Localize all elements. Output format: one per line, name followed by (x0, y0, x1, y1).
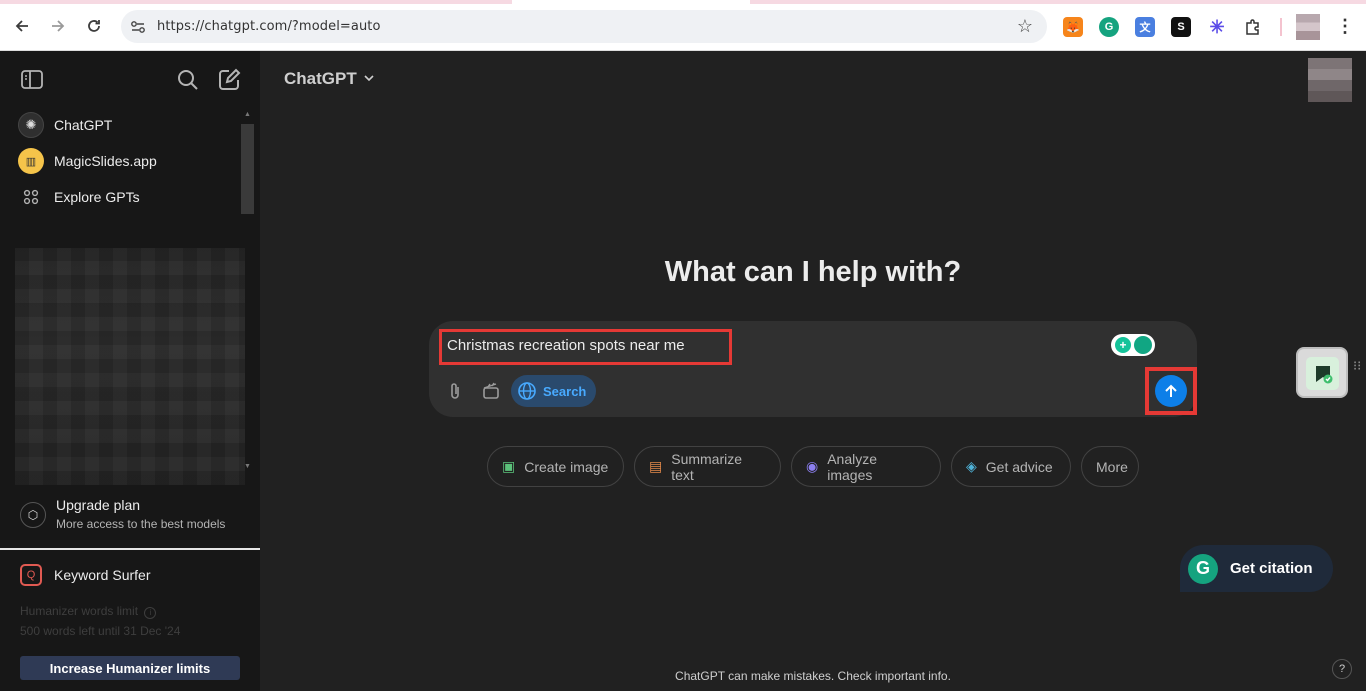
sidebar-item-label: ChatGPT (54, 117, 113, 133)
reload-button[interactable] (82, 14, 106, 38)
upgrade-plan-button[interactable]: ⬡ Upgrade plan More access to the best m… (20, 497, 250, 537)
bookmark-check-icon (1306, 357, 1339, 390)
prompt-input[interactable]: Christmas recreation spots near me (447, 337, 685, 354)
perplexity-icon[interactable]: ✳ (1207, 17, 1227, 37)
back-button[interactable] (10, 14, 34, 38)
keyword-surfer-icon: Q (20, 564, 42, 586)
sider-icon[interactable]: S (1171, 17, 1191, 37)
drag-handle-icon[interactable]: ⁝⁝ (1353, 359, 1363, 382)
upgrade-icon: ⬡ (20, 502, 46, 528)
search-label: Search (543, 383, 587, 399)
summarize-text-chip[interactable]: ▤ Summarize text (634, 446, 781, 487)
star-icon[interactable]: ☆ (1017, 16, 1033, 37)
eye-icon: ◉ (806, 458, 819, 474)
search-icon[interactable] (176, 68, 200, 92)
new-chat-icon[interactable] (217, 68, 241, 92)
arrow-up-icon (1165, 384, 1177, 397)
chevron-down-icon (364, 75, 375, 82)
info-icon[interactable]: i (144, 607, 157, 619)
get-citation-button[interactable]: G Get citation (1180, 545, 1333, 592)
upgrade-title: Upgrade plan (56, 497, 141, 513)
sidebar: ✺ ChatGPT ▥ MagicSlides.app Explore GPTs… (0, 51, 260, 691)
google-translate-icon[interactable]: 文 (1135, 17, 1155, 37)
grammarly-widget[interactable]: + (1111, 334, 1155, 356)
grammarly-icon (1134, 336, 1152, 354)
grammarly-icon[interactable]: G (1099, 17, 1119, 37)
arrow-right-icon (52, 20, 65, 32)
send-button[interactable] (1155, 375, 1187, 407)
scroll-down-arrow-icon[interactable]: ▼ (244, 463, 251, 470)
grid-icon (18, 184, 44, 210)
browser-toolbar: https://chatgpt.com/?model=auto ☆ 🦊 G 文 … (0, 0, 1366, 51)
magicslides-icon: ▥ (18, 148, 44, 174)
reload-icon (88, 20, 100, 32)
browser-profile-avatar[interactable] (1296, 14, 1320, 40)
tab-strip-accent (750, 0, 1366, 4)
sidebar-item-magicslides[interactable]: ▥ MagicSlides.app (18, 146, 246, 176)
keyword-surfer-label: Keyword Surfer (54, 567, 151, 583)
plus-icon: + (1115, 337, 1131, 353)
forward-button[interactable] (46, 14, 70, 38)
arrow-left-icon (15, 20, 28, 32)
toolbar-divider (1280, 18, 1282, 36)
site-settings-icon[interactable] (129, 18, 147, 36)
user-avatar[interactable] (1308, 58, 1352, 102)
image-icon: ▣ (502, 458, 516, 474)
model-selector[interactable]: ChatGPT (284, 69, 375, 89)
get-advice-chip[interactable]: ◈ Get advice (951, 446, 1071, 487)
sidebar-scrollbar[interactable] (241, 124, 254, 214)
sidebar-item-chatgpt[interactable]: ✺ ChatGPT (18, 110, 246, 140)
analyze-images-chip[interactable]: ◉ Analyze images (791, 446, 941, 487)
search-toggle-button[interactable]: Search (511, 375, 596, 407)
more-chip[interactable]: More (1081, 446, 1139, 487)
chatgpt-logo-icon: ✺ (18, 112, 44, 138)
create-image-chip[interactable]: ▣ Create image (487, 446, 624, 487)
clapperboard-icon (483, 382, 499, 399)
paperclip-icon (451, 383, 459, 399)
model-name: ChatGPT (284, 69, 357, 88)
sidebar-item-label: MagicSlides.app (54, 153, 157, 169)
humanizer-limit-label: Humanizer words limit i (20, 604, 157, 619)
keyword-surfer-widget[interactable]: Q Keyword Surfer (20, 564, 150, 586)
sidebar-item-explore-gpts[interactable]: Explore GPTs (18, 182, 246, 212)
address-bar[interactable]: https://chatgpt.com/?model=auto ☆ (121, 10, 1047, 43)
page-title: What can I help with? (664, 256, 962, 288)
extension-side-widget[interactable] (1296, 347, 1348, 398)
sidebar-divider (0, 548, 260, 550)
humanizer-words-left: 500 words left until 31 Dec '24 (20, 624, 181, 638)
metamask-icon[interactable]: 🦊 (1063, 17, 1083, 37)
url-text[interactable]: https://chatgpt.com/?model=auto (157, 19, 381, 34)
tools-button[interactable] (481, 381, 501, 401)
help-button[interactable]: ? (1332, 659, 1352, 679)
sidebar-toggle-icon[interactable] (20, 69, 44, 91)
upgrade-subtitle: More access to the best models (56, 517, 226, 531)
document-icon: ▤ (649, 458, 663, 474)
sidebar-item-label: Explore GPTs (54, 189, 140, 205)
grammarly-logo-icon: G (1188, 553, 1218, 584)
attach-button[interactable] (445, 381, 465, 401)
tab-strip-accent (0, 0, 512, 4)
globe-icon (518, 382, 536, 400)
scroll-up-arrow-icon[interactable]: ▲ (244, 111, 251, 118)
disclaimer-footer: ChatGPT can make mistakes. Check importa… (675, 669, 951, 683)
puzzle-icon[interactable] (1243, 17, 1263, 37)
graduation-cap-icon: ◈ (966, 458, 977, 474)
browser-menu-icon[interactable]: ⋮ (1336, 16, 1354, 37)
